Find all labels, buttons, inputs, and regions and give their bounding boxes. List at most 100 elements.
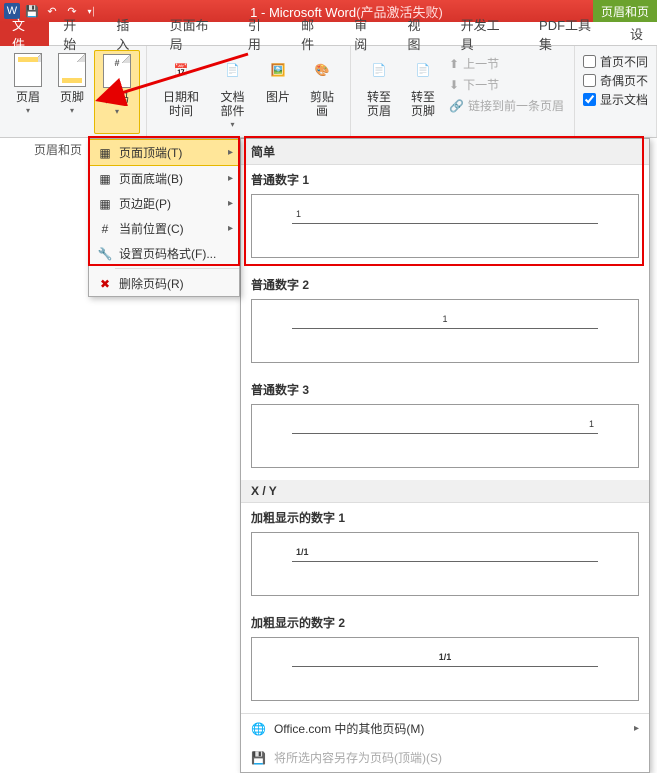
submenu-arrow-icon: ▸	[228, 173, 233, 184]
page-top-icon: ▦	[95, 146, 115, 160]
link-prev-label: 链接到前一条页眉	[468, 97, 564, 114]
header-icon	[12, 52, 44, 88]
ribbon: 页眉 ▾ 页脚 ▾ # 页码 ▾ 📅 日期和时间 📄 文档部件 ▾ 🖼️ 图片	[0, 46, 657, 138]
first-page-diff-checkbox[interactable]: 首页不同	[581, 52, 650, 71]
header-label: 页眉	[16, 90, 40, 104]
docparts-icon: 📄	[216, 52, 248, 88]
gallery-item-3[interactable]: 1	[251, 404, 639, 468]
menu-page-bottom[interactable]: ▦ 页面底端(B) ▸	[89, 166, 239, 191]
menu-current-pos[interactable]: # 当前位置(C) ▸	[89, 216, 239, 241]
datetime-button[interactable]: 📅 日期和时间	[153, 50, 209, 134]
goto-footer-label: 转至页脚	[407, 90, 439, 118]
ribbon-group-hf: 页眉 ▾ 页脚 ▾ # 页码 ▾	[0, 46, 147, 137]
page-bottom-icon: ▦	[95, 172, 115, 186]
goto-footer-button[interactable]: 📄 转至页脚	[401, 50, 445, 134]
gallery-item-1[interactable]: 1	[251, 194, 639, 258]
first-diff-label: 首页不同	[600, 53, 648, 70]
menu-separator	[115, 268, 239, 269]
link-prev-button: 🔗 链接到前一条页眉	[447, 96, 566, 115]
menu-remove-pagenum[interactable]: ✖ 删除页码(R)	[89, 271, 239, 296]
menu-remove-label: 删除页码(R)	[119, 275, 184, 292]
current-pos-icon: #	[95, 222, 115, 236]
clipart-button[interactable]: 🎨 剪贴画	[300, 50, 344, 134]
tab-design[interactable]: 设	[616, 20, 657, 47]
menu-format-label: 设置页码格式(F)...	[119, 245, 216, 262]
footer-button[interactable]: 页脚 ▾	[50, 50, 94, 134]
dropdown-icon: ▾	[26, 106, 30, 115]
next-section-button: ⬇ 下一节	[447, 75, 566, 94]
dropdown-icon: ▾	[230, 120, 234, 129]
ribbon-group-insert: 📅 日期和时间 📄 文档部件 ▾ 🖼️ 图片 🎨 剪贴画	[147, 46, 351, 137]
dropdown-icon: ▾	[115, 107, 119, 116]
gallery-item-4[interactable]: 1/1	[251, 532, 639, 596]
gallery-save-label: 将所选内容另存为页码(顶端)(S)	[274, 749, 442, 766]
gallery-item-label-3: 普通数字 3	[241, 375, 649, 400]
footer-icon	[56, 52, 88, 88]
datetime-icon: 📅	[165, 52, 197, 88]
gallery-office-label: Office.com 中的其他页码(M)	[274, 720, 424, 737]
pagenum-button[interactable]: # 页码 ▾	[94, 50, 140, 134]
gallery-scroll[interactable]: 简单 普通数字 1 1 普通数字 2 1 普通数字 3 1 X / Y 加粗显示…	[241, 139, 649, 713]
submenu-arrow-icon: ▸	[228, 147, 233, 158]
menu-current-label: 当前位置(C)	[119, 220, 184, 237]
goto-header-button: 📄 转至页眉	[357, 50, 401, 134]
gallery-office-more[interactable]: 🌐 Office.com 中的其他页码(M) ▸	[241, 714, 649, 743]
menu-format-pagenum[interactable]: 🔧 设置页码格式(F)...	[89, 241, 239, 266]
checkbox-icon[interactable]	[583, 93, 596, 106]
dropdown-icon: ▾	[70, 106, 74, 115]
gallery-section-simple: 简单	[241, 139, 649, 165]
prev-label: 上一节	[463, 55, 499, 72]
file-tab[interactable]: 文件	[0, 22, 49, 46]
gallery-save-selection: 💾 将所选内容另存为页码(顶端)(S)	[241, 743, 649, 772]
checkbox-icon[interactable]	[583, 74, 596, 87]
menu-page-margin[interactable]: ▦ 页边距(P) ▸	[89, 191, 239, 216]
footer-label: 页脚	[60, 90, 84, 104]
prev-section-button: ⬆ 上一节	[447, 54, 566, 73]
menu-page-bottom-label: 页面底端(B)	[119, 170, 183, 187]
odd-even-checkbox[interactable]: 奇偶页不	[581, 71, 650, 90]
datetime-label: 日期和时间	[159, 90, 203, 118]
remove-icon: ✖	[95, 277, 115, 291]
docparts-label: 文档部件	[215, 90, 250, 118]
ribbon-group-nav: 📄 转至页眉 📄 转至页脚 ⬆ 上一节 ⬇ 下一节 🔗 链接到前一条页眉	[351, 46, 575, 137]
submenu-arrow-icon: ▸	[228, 223, 233, 234]
clipart-label: 剪贴画	[306, 90, 338, 118]
picture-icon: 🖼️	[262, 52, 294, 88]
gallery-item-label-4: 加粗显示的数字 1	[241, 503, 649, 528]
office-icon: 🌐	[251, 722, 266, 736]
gallery-item-label-2: 普通数字 2	[241, 270, 649, 295]
picture-label: 图片	[266, 90, 290, 104]
show-doc-label: 显示文档	[600, 91, 648, 108]
show-doc-checkbox[interactable]: 显示文档	[581, 90, 650, 109]
link-icon: 🔗	[449, 99, 464, 113]
picture-button[interactable]: 🖼️ 图片	[256, 50, 300, 134]
menu-page-margin-label: 页边距(P)	[119, 195, 171, 212]
submenu-arrow-icon: ▸	[634, 723, 639, 734]
goto-footer-icon: 📄	[407, 52, 439, 88]
nav-small-buttons: ⬆ 上一节 ⬇ 下一节 🔗 链接到前一条页眉	[445, 50, 568, 119]
ribbon-group-options: 首页不同 奇偶页不 显示文档	[575, 46, 657, 137]
submenu-arrow-icon: ▸	[228, 198, 233, 209]
gallery-item-5[interactable]: 1/1	[251, 637, 639, 701]
gallery-item-label-5: 加粗显示的数字 2	[241, 608, 649, 633]
hf-group-label: 页眉和页	[34, 141, 82, 158]
pagenum-icon: #	[101, 53, 133, 89]
format-icon: 🔧	[95, 247, 115, 261]
save-selection-icon: 💾	[251, 751, 266, 765]
next-label: 下一节	[463, 76, 499, 93]
menu-page-top[interactable]: ▦ 页面顶端(T) ▸	[89, 139, 239, 166]
up-arrow-icon: ⬆	[449, 57, 459, 71]
menu-bar: 文件 开始 插入 页面布局 引用 邮件 审阅 视图 开发工具 PDF工具集 设	[0, 22, 657, 46]
pagenum-label: 页码	[105, 91, 129, 105]
odd-even-label: 奇偶页不	[600, 72, 648, 89]
docparts-button[interactable]: 📄 文档部件 ▾	[209, 50, 256, 134]
pagenum-dropdown-menu: ▦ 页面顶端(T) ▸ ▦ 页面底端(B) ▸ ▦ 页边距(P) ▸ # 当前位…	[88, 138, 240, 297]
goto-header-label: 转至页眉	[363, 90, 395, 118]
down-arrow-icon: ⬇	[449, 78, 459, 92]
gallery-item-2[interactable]: 1	[251, 299, 639, 363]
pagenum-gallery: 简单 普通数字 1 1 普通数字 2 1 普通数字 3 1 X / Y 加粗显示…	[240, 138, 650, 773]
checkbox-icon[interactable]	[583, 55, 596, 68]
header-button[interactable]: 页眉 ▾	[6, 50, 50, 134]
goto-header-icon: 📄	[363, 52, 395, 88]
menu-page-top-label: 页面顶端(T)	[119, 144, 182, 161]
